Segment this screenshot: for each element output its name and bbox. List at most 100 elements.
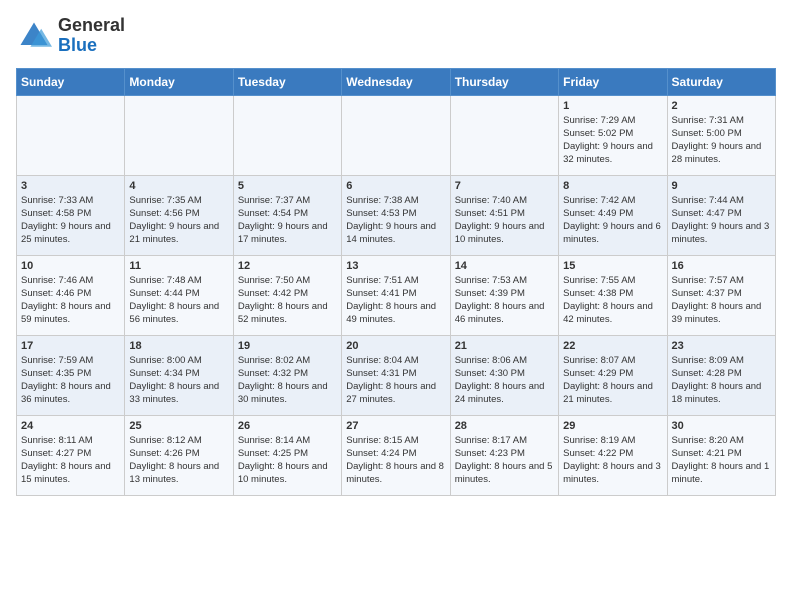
- header-day-sunday: Sunday: [17, 68, 125, 95]
- calendar-cell: 21 Sunrise: 8:06 AM Sunset: 4:30 PM Dayli…: [450, 335, 558, 415]
- day-info: Sunrise: 8:17 AM Sunset: 4:23 PM Dayligh…: [455, 434, 554, 487]
- header-day-thursday: Thursday: [450, 68, 558, 95]
- day-info: Sunrise: 7:33 AM Sunset: 4:58 PM Dayligh…: [21, 194, 120, 247]
- day-number: 17: [21, 340, 120, 352]
- day-info: Sunrise: 7:46 AM Sunset: 4:46 PM Dayligh…: [21, 274, 120, 327]
- calendar-cell: [125, 95, 233, 175]
- day-number: 15: [563, 260, 662, 272]
- day-info: Sunrise: 7:29 AM Sunset: 5:02 PM Dayligh…: [563, 114, 662, 167]
- calendar-cell: 13 Sunrise: 7:51 AM Sunset: 4:41 PM Dayli…: [342, 255, 450, 335]
- day-info: Sunrise: 7:55 AM Sunset: 4:38 PM Dayligh…: [563, 274, 662, 327]
- day-number: 10: [21, 260, 120, 272]
- calendar-cell: 14 Sunrise: 7:53 AM Sunset: 4:39 PM Dayli…: [450, 255, 558, 335]
- day-info: Sunrise: 8:06 AM Sunset: 4:30 PM Dayligh…: [455, 354, 554, 407]
- day-info: Sunrise: 7:53 AM Sunset: 4:39 PM Dayligh…: [455, 274, 554, 327]
- header-row: SundayMondayTuesdayWednesdayThursdayFrid…: [17, 68, 776, 95]
- day-number: 23: [672, 340, 771, 352]
- day-number: 5: [238, 180, 337, 192]
- day-info: Sunrise: 7:44 AM Sunset: 4:47 PM Dayligh…: [672, 194, 771, 247]
- calendar-cell: [17, 95, 125, 175]
- day-number: 25: [129, 420, 228, 432]
- calendar-cell: 27 Sunrise: 8:15 AM Sunset: 4:24 PM Dayli…: [342, 415, 450, 495]
- day-info: Sunrise: 8:11 AM Sunset: 4:27 PM Dayligh…: [21, 434, 120, 487]
- header-day-tuesday: Tuesday: [233, 68, 341, 95]
- logo-text: General Blue: [58, 16, 125, 56]
- day-number: 16: [672, 260, 771, 272]
- calendar-cell: 7Sunrise: 7:40 AM Sunset: 4:51 PM Daylig…: [450, 175, 558, 255]
- day-info: Sunrise: 7:37 AM Sunset: 4:54 PM Dayligh…: [238, 194, 337, 247]
- calendar-cell: 10 Sunrise: 7:46 AM Sunset: 4:46 PM Dayli…: [17, 255, 125, 335]
- calendar-cell: 28Sunrise: 8:17 AM Sunset: 4:23 PM Dayli…: [450, 415, 558, 495]
- day-number: 8: [563, 180, 662, 192]
- header-day-monday: Monday: [125, 68, 233, 95]
- page-header: General Blue: [16, 16, 776, 56]
- calendar-cell: [450, 95, 558, 175]
- logo-icon: [16, 18, 52, 54]
- day-number: 24: [21, 420, 120, 432]
- calendar-cell: 16 Sunrise: 7:57 AM Sunset: 4:37 PM Dayli…: [667, 255, 775, 335]
- day-info: Sunrise: 8:00 AM Sunset: 4:34 PM Dayligh…: [129, 354, 228, 407]
- day-info: Sunrise: 7:42 AM Sunset: 4:49 PM Dayligh…: [563, 194, 662, 247]
- calendar-cell: 20 Sunrise: 8:04 AM Sunset: 4:31 PM Dayli…: [342, 335, 450, 415]
- day-info: Sunrise: 8:04 AM Sunset: 4:31 PM Dayligh…: [346, 354, 445, 407]
- day-info: Sunrise: 8:07 AM Sunset: 4:29 PM Dayligh…: [563, 354, 662, 407]
- calendar-cell: 22 Sunrise: 8:07 AM Sunset: 4:29 PM Dayli…: [559, 335, 667, 415]
- calendar-cell: 15 Sunrise: 7:55 AM Sunset: 4:38 PM Dayli…: [559, 255, 667, 335]
- day-number: 21: [455, 340, 554, 352]
- calendar-cell: 6 Sunrise: 7:38 AM Sunset: 4:53 PM Daylig…: [342, 175, 450, 255]
- calendar-table: SundayMondayTuesdayWednesdayThursdayFrid…: [16, 68, 776, 496]
- day-number: 26: [238, 420, 337, 432]
- day-info: Sunrise: 8:14 AM Sunset: 4:25 PM Dayligh…: [238, 434, 337, 487]
- calendar-cell: 30 Sunrise: 8:20 AM Sunset: 4:21 PM Dayli…: [667, 415, 775, 495]
- day-info: Sunrise: 8:15 AM Sunset: 4:24 PM Dayligh…: [346, 434, 445, 487]
- day-number: 9: [672, 180, 771, 192]
- day-number: 22: [563, 340, 662, 352]
- day-info: Sunrise: 7:40 AM Sunset: 4:51 PM Dayligh…: [455, 194, 554, 247]
- day-number: 12: [238, 260, 337, 272]
- week-row-4: 17Sunrise: 7:59 AM Sunset: 4:35 PM Dayli…: [17, 335, 776, 415]
- day-number: 6: [346, 180, 445, 192]
- day-number: 13: [346, 260, 445, 272]
- week-row-1: 1Sunrise: 7:29 AM Sunset: 5:02 PM Daylig…: [17, 95, 776, 175]
- day-info: Sunrise: 7:57 AM Sunset: 4:37 PM Dayligh…: [672, 274, 771, 327]
- day-info: Sunrise: 7:50 AM Sunset: 4:42 PM Dayligh…: [238, 274, 337, 327]
- calendar-cell: [233, 95, 341, 175]
- calendar-cell: 19Sunrise: 8:02 AM Sunset: 4:32 PM Dayli…: [233, 335, 341, 415]
- day-number: 4: [129, 180, 228, 192]
- day-info: Sunrise: 8:12 AM Sunset: 4:26 PM Dayligh…: [129, 434, 228, 487]
- calendar-cell: 18Sunrise: 8:00 AM Sunset: 4:34 PM Dayli…: [125, 335, 233, 415]
- day-info: Sunrise: 8:20 AM Sunset: 4:21 PM Dayligh…: [672, 434, 771, 487]
- week-row-5: 24 Sunrise: 8:11 AM Sunset: 4:27 PM Dayli…: [17, 415, 776, 495]
- calendar-cell: 24 Sunrise: 8:11 AM Sunset: 4:27 PM Dayli…: [17, 415, 125, 495]
- calendar-cell: 11Sunrise: 7:48 AM Sunset: 4:44 PM Dayli…: [125, 255, 233, 335]
- day-number: 2: [672, 100, 771, 112]
- day-info: Sunrise: 7:51 AM Sunset: 4:41 PM Dayligh…: [346, 274, 445, 327]
- calendar-body: 1Sunrise: 7:29 AM Sunset: 5:02 PM Daylig…: [17, 95, 776, 495]
- week-row-2: 3 Sunrise: 7:33 AM Sunset: 4:58 PM Daylig…: [17, 175, 776, 255]
- day-number: 14: [455, 260, 554, 272]
- day-info: Sunrise: 7:35 AM Sunset: 4:56 PM Dayligh…: [129, 194, 228, 247]
- day-info: Sunrise: 7:48 AM Sunset: 4:44 PM Dayligh…: [129, 274, 228, 327]
- calendar-cell: [342, 95, 450, 175]
- header-day-saturday: Saturday: [667, 68, 775, 95]
- calendar-cell: 17Sunrise: 7:59 AM Sunset: 4:35 PM Dayli…: [17, 335, 125, 415]
- day-number: 19: [238, 340, 337, 352]
- calendar-cell: 8 Sunrise: 7:42 AM Sunset: 4:49 PM Daylig…: [559, 175, 667, 255]
- day-info: Sunrise: 7:38 AM Sunset: 4:53 PM Dayligh…: [346, 194, 445, 247]
- calendar-header: SundayMondayTuesdayWednesdayThursdayFrid…: [17, 68, 776, 95]
- day-number: 20: [346, 340, 445, 352]
- calendar-cell: 2Sunrise: 7:31 AM Sunset: 5:00 PM Daylig…: [667, 95, 775, 175]
- day-number: 3: [21, 180, 120, 192]
- calendar-cell: 5 Sunrise: 7:37 AM Sunset: 4:54 PM Daylig…: [233, 175, 341, 255]
- logo: General Blue: [16, 16, 125, 56]
- day-number: 30: [672, 420, 771, 432]
- day-number: 27: [346, 420, 445, 432]
- day-info: Sunrise: 8:19 AM Sunset: 4:22 PM Dayligh…: [563, 434, 662, 487]
- logo-general: General: [58, 15, 125, 35]
- calendar-cell: 12 Sunrise: 7:50 AM Sunset: 4:42 PM Dayli…: [233, 255, 341, 335]
- calendar-cell: 26 Sunrise: 8:14 AM Sunset: 4:25 PM Dayli…: [233, 415, 341, 495]
- logo-blue: Blue: [58, 35, 97, 55]
- calendar-cell: 23Sunrise: 8:09 AM Sunset: 4:28 PM Dayli…: [667, 335, 775, 415]
- header-day-wednesday: Wednesday: [342, 68, 450, 95]
- calendar-cell: 29Sunrise: 8:19 AM Sunset: 4:22 PM Dayli…: [559, 415, 667, 495]
